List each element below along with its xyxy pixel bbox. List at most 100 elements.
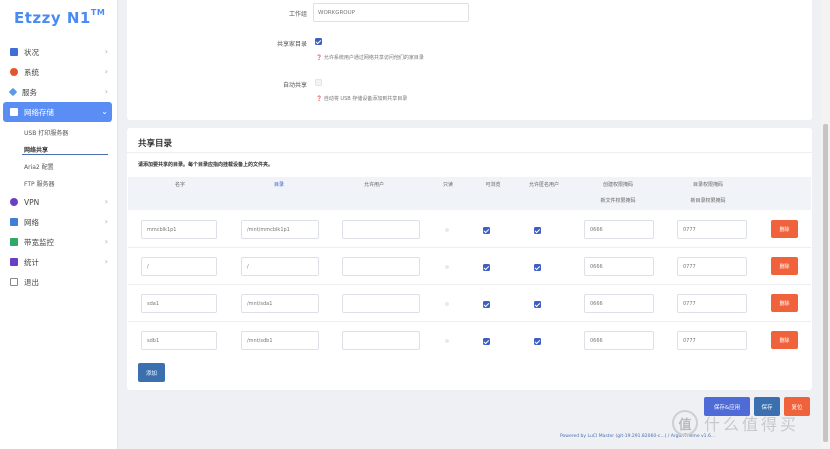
sidebar-item-label: 状况 [24, 47, 39, 57]
chevron-right-icon: › [104, 197, 108, 206]
dir-mask-input[interactable]: 0777 [677, 331, 747, 350]
col-create-mask-sub: 新文件权限掩码 [600, 198, 636, 204]
dashboard-icon [10, 48, 18, 56]
sidebar-item-nas[interactable]: 网络存储 ⌄ [3, 102, 112, 122]
sidebar-item-label: 服务 [22, 87, 37, 97]
globe-icon [10, 198, 18, 206]
puzzle-icon [8, 87, 18, 97]
logo-text: Etzzy N1 [14, 9, 91, 27]
share-users-input[interactable] [342, 220, 420, 239]
dir-mask-input[interactable]: 0777 [677, 220, 747, 239]
dir-mask-input[interactable]: 0777 [677, 257, 747, 276]
delete-button[interactable]: 删除 [771, 257, 798, 275]
browseable-checkbox[interactable] [483, 264, 490, 271]
sidebar-item-bandwidth[interactable]: 带宽监控 › [0, 232, 118, 252]
readonly-checkbox[interactable] [445, 339, 449, 343]
sidebar-item-vpn[interactable]: VPN › [0, 192, 118, 212]
create-mask-input[interactable]: 0666 [584, 331, 654, 350]
table-row-divider [128, 321, 811, 322]
subitem-ftp[interactable]: FTP 服务器 [0, 175, 118, 192]
guest-checkbox[interactable] [534, 264, 541, 271]
create-mask-input[interactable]: 0666 [584, 257, 654, 276]
browseable-checkbox[interactable] [483, 338, 490, 345]
sidebar-item-logout[interactable]: 退出 [0, 272, 118, 292]
share-path-input[interactable]: / [241, 257, 319, 276]
create-mask-input[interactable]: 0666 [584, 220, 654, 239]
shared-directories-card: 共享目录 请添加要共享的目录。每个目录应指向挂载设备上的文件夹。 名字 目录 允… [127, 128, 812, 390]
storage-icon [10, 108, 18, 116]
share-home-label: 共享家目录 [276, 41, 307, 48]
chevron-right-icon: › [104, 47, 108, 56]
add-button[interactable]: 添加 [138, 363, 165, 382]
help-icon: ❓ [316, 96, 324, 102]
col-dir-mask: 目录权限掩码 [692, 182, 723, 188]
sidebar-item-label: 统计 [24, 257, 39, 267]
col-dir-mask-sub: 新目录权限掩码 [690, 198, 726, 204]
sidebar-item-statistics[interactable]: 统计 › [0, 252, 118, 272]
watermark-logo: 值 [672, 410, 698, 436]
readonly-checkbox[interactable] [445, 302, 449, 306]
guest-checkbox[interactable] [534, 338, 541, 345]
col-browseable: 可浏览 [485, 182, 501, 188]
readonly-checkbox[interactable] [445, 228, 449, 232]
col-path: 目录 [273, 182, 284, 188]
sidebar-item-label: 带宽监控 [24, 237, 54, 247]
dir-mask-input[interactable]: 0777 [677, 294, 747, 313]
workgroup-input[interactable]: WORKGROUP [313, 3, 469, 22]
guest-checkbox[interactable] [534, 301, 541, 308]
logout-icon [10, 278, 18, 286]
share-path-input[interactable]: /mnt/sdb1 [241, 331, 319, 350]
chevron-right-icon: › [104, 237, 108, 246]
table-row-divider [128, 284, 811, 285]
monitor-icon [10, 238, 18, 246]
scrollbar-thumb[interactable] [823, 124, 828, 442]
section-title: 共享目录 [138, 139, 173, 149]
table-header: 名字 目录 允许用户 只读 可浏览 允许匿名用户 创建权限掩码 目录权限掩码 新… [128, 177, 811, 210]
share-users-input[interactable] [342, 331, 420, 350]
title-divider [127, 152, 812, 153]
col-users: 允许用户 [363, 182, 384, 188]
share-home-checkbox[interactable] [315, 38, 322, 45]
auto-share-label: 自动共享 [282, 82, 307, 89]
sidebar-item-network[interactable]: 网络 › [0, 212, 118, 232]
delete-button[interactable]: 删除 [771, 220, 798, 238]
sidebar-item-label: 退出 [24, 277, 39, 287]
share-users-input[interactable] [342, 294, 420, 313]
brand-logo[interactable]: Etzzy N1TM [14, 8, 105, 27]
chart-icon [10, 258, 18, 266]
chevron-right-icon: › [104, 257, 108, 266]
sidebar-item-label: 系统 [24, 67, 39, 77]
share-name-input[interactable]: sdb1 [141, 331, 217, 350]
sidebar-item-services[interactable]: 服务 › [0, 82, 118, 102]
settings-card: 工作组 WORKGROUP 共享家目录 ❓ 允许系统用户通过网络共享访问他们的家… [127, 0, 812, 120]
share-path-input[interactable]: /mnt/sda1 [241, 294, 319, 313]
col-guest: 允许匿名用户 [528, 182, 559, 188]
guest-checkbox[interactable] [534, 227, 541, 234]
sidebar-item-system[interactable]: 系统 › [0, 62, 118, 82]
browseable-checkbox[interactable] [483, 227, 490, 234]
sidebar-item-status[interactable]: 状况 › [0, 42, 118, 62]
workgroup-label: 工作组 [288, 11, 307, 18]
share-name-input[interactable]: / [141, 257, 217, 276]
browseable-checkbox[interactable] [483, 301, 490, 308]
sidebar-item-label: VPN [24, 197, 40, 207]
auto-share-checkbox[interactable] [315, 79, 322, 86]
delete-button[interactable]: 删除 [771, 331, 798, 349]
share-path-input[interactable]: /mnt/mmcblk1p1 [241, 220, 319, 239]
network-icon [10, 218, 18, 226]
readonly-checkbox[interactable] [445, 265, 449, 269]
create-mask-input[interactable]: 0666 [584, 294, 654, 313]
subitem-usb-printer[interactable]: USB 打印服务器 [0, 124, 118, 141]
chevron-right-icon: › [104, 87, 108, 96]
col-name: 名字 [174, 182, 185, 188]
sidebar: Etzzy N1TM 状况 › 系统 › 服务 › 网络存储 ⌄ USB 打印服务器 网… [0, 0, 118, 449]
subitem-aria2[interactable]: Aria2 配置 [0, 158, 118, 175]
share-home-hint-text: 允许系统用户通过网络共享访问他们的家目录 [323, 55, 424, 61]
chevron-right-icon: › [104, 67, 108, 76]
share-name-input[interactable]: sda1 [141, 294, 217, 313]
chevron-right-icon: › [104, 217, 108, 226]
subitem-network-share[interactable]: 网络共享 [0, 141, 118, 158]
delete-button[interactable]: 删除 [771, 294, 798, 312]
share-users-input[interactable] [342, 257, 420, 276]
share-name-input[interactable]: mmcblk1p1 [141, 220, 217, 239]
